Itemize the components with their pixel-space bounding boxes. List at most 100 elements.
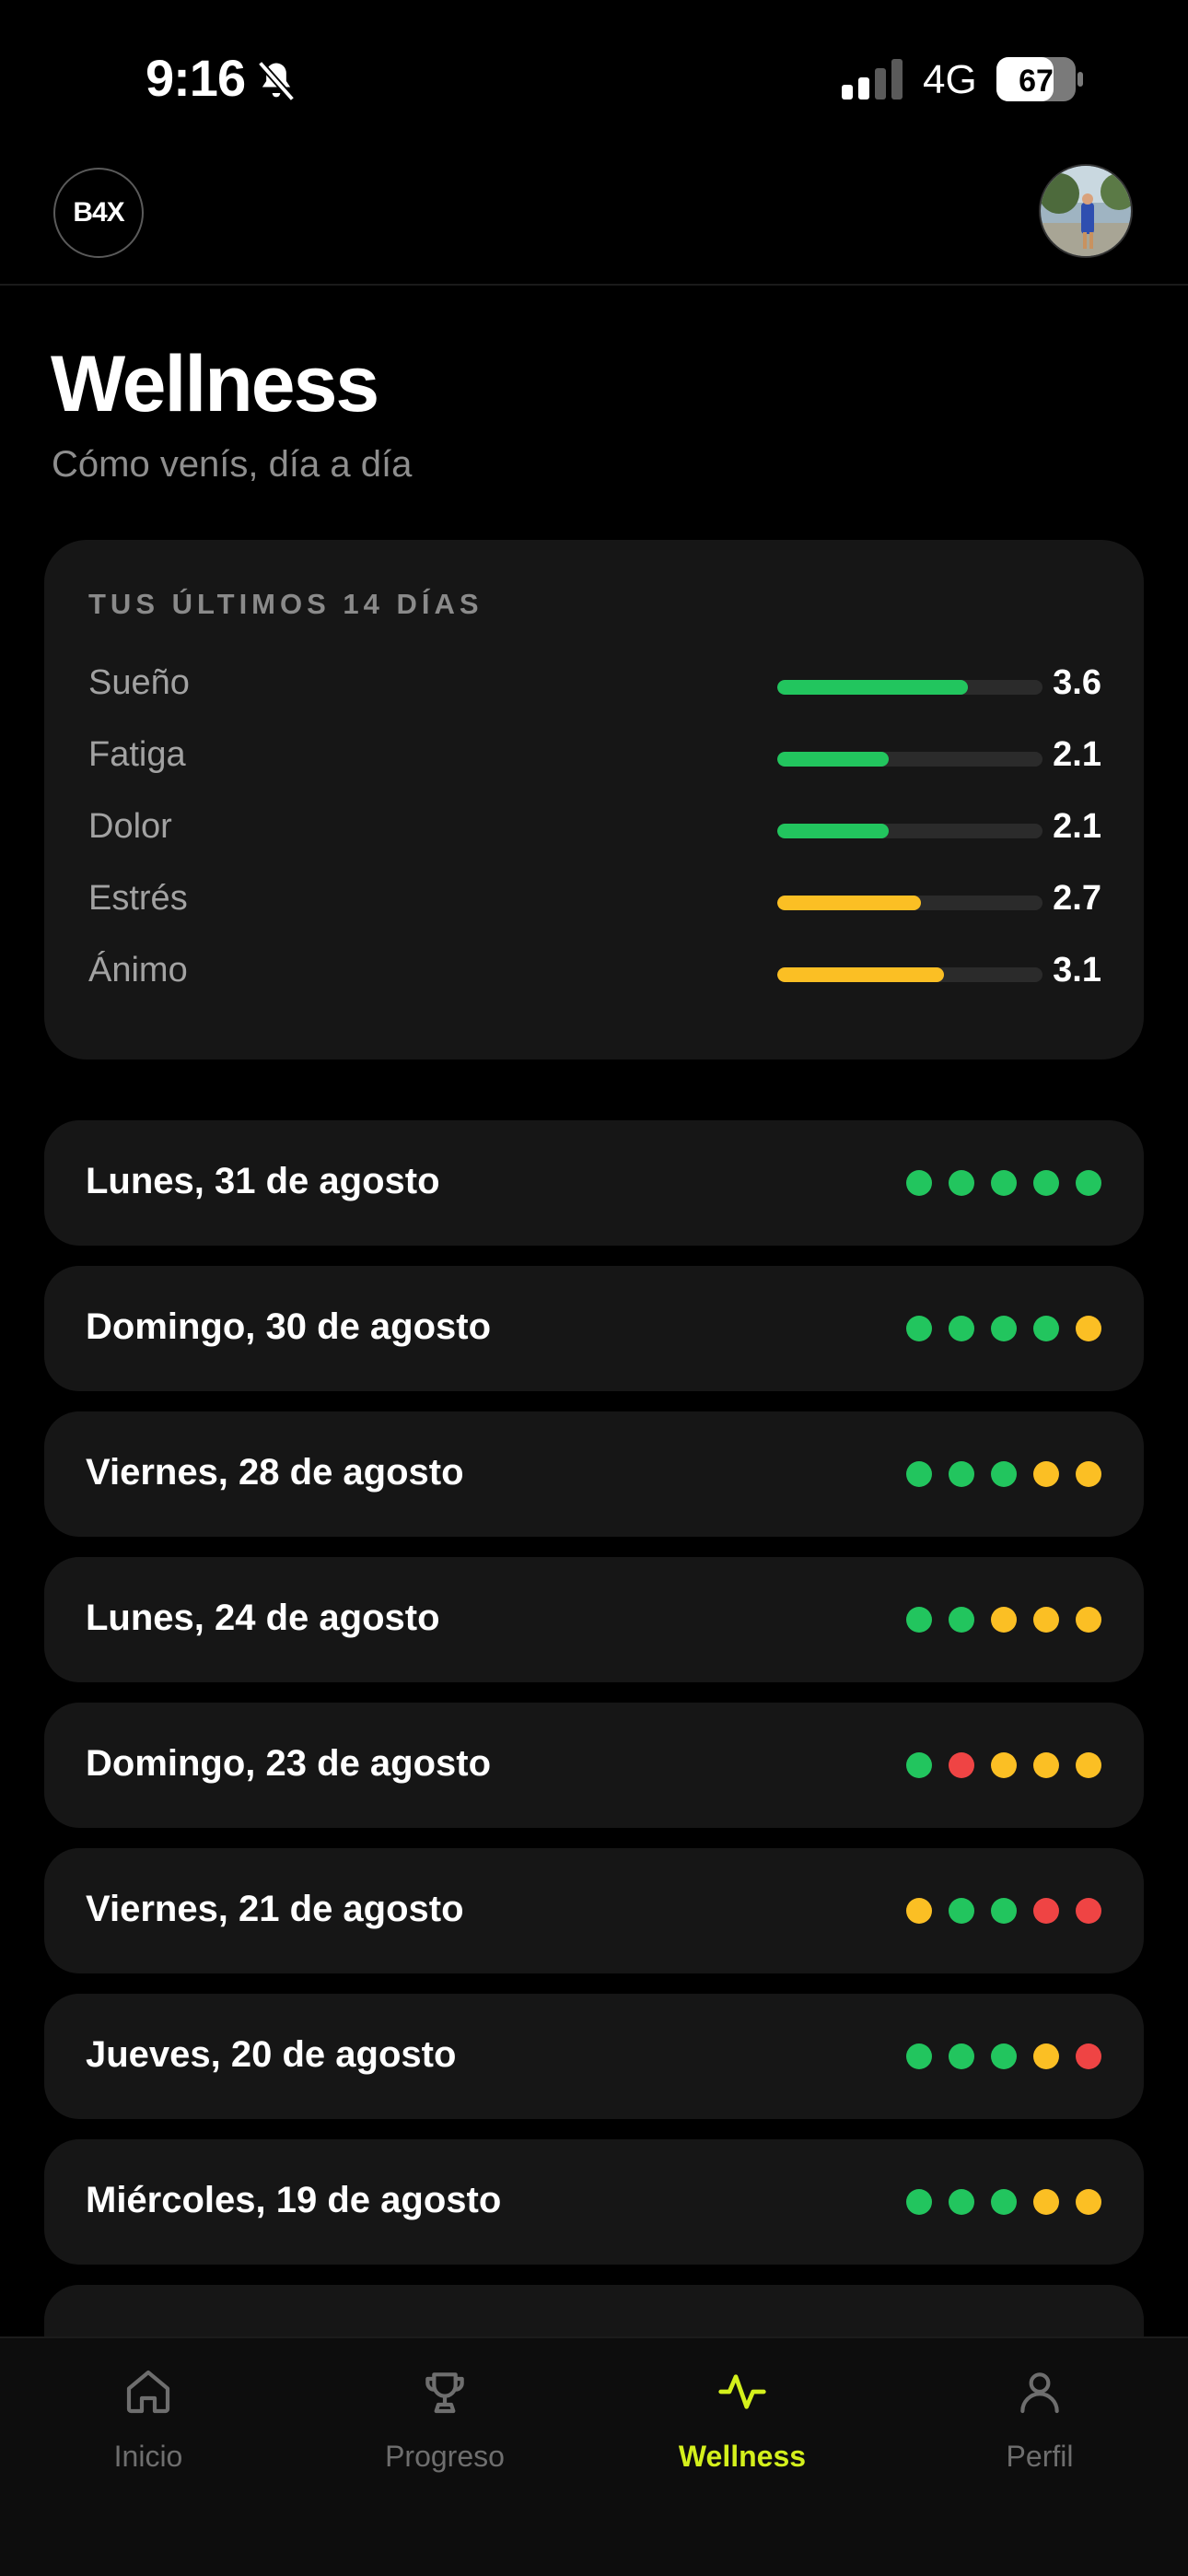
day-card[interactable]: Domingo, 23 de agosto: [44, 1703, 1144, 1828]
day-label: Lunes, 24 de agosto: [86, 1598, 440, 1638]
metric-label: Dolor: [88, 807, 172, 846]
day-card[interactable]: Miércoles, 19 de agosto: [44, 2139, 1144, 2265]
tab-label: Perfil: [1006, 2440, 1074, 2473]
avatar[interactable]: [1039, 164, 1133, 258]
metric-bar-track: [777, 824, 1042, 838]
status-dot-red: [1076, 1898, 1101, 1924]
day-card[interactable]: Viernes, 28 de agosto: [44, 1411, 1144, 1537]
day-label: Lunes, 31 de agosto: [86, 1161, 440, 1201]
status-dot-yellow: [1033, 1752, 1059, 1778]
status-dot-green: [906, 2043, 932, 2069]
summary-heading: TUS ÚLTIMOS 14 DÍAS: [88, 588, 483, 620]
metric-row-animo: Ánimo 3.1: [88, 943, 1101, 999]
status-dot-green: [906, 1316, 932, 1341]
status-dot-green: [991, 2043, 1017, 2069]
day-card[interactable]: Lunes, 24 de agosto: [44, 1557, 1144, 1682]
metric-label: Ánimo: [88, 951, 188, 989]
tab-label: Progreso: [385, 2440, 505, 2473]
status-time: 9:16: [146, 49, 246, 107]
tab-perfil[interactable]: Perfil: [891, 2338, 1188, 2523]
user-icon: [1020, 2372, 1059, 2414]
status-dot-yellow: [1033, 2189, 1059, 2215]
page-title: Wellness: [51, 340, 379, 428]
tab-inicio[interactable]: Inicio: [0, 2338, 297, 2523]
status-dot-red: [1076, 2043, 1101, 2069]
status-dot-green: [906, 1607, 932, 1633]
status-dot-green: [949, 1898, 974, 1924]
battery-icon: 67: [996, 57, 1083, 101]
day-card[interactable]: Jueves, 20 de agosto: [44, 1994, 1144, 2119]
metric-value: 3.6: [1053, 663, 1101, 702]
metric-label: Sueño: [88, 663, 190, 702]
metric-value: 3.1: [1053, 951, 1101, 989]
status-dot-green: [991, 1316, 1017, 1341]
status-dot-green: [1033, 1170, 1059, 1196]
metric-label: Fatiga: [88, 735, 186, 774]
day-label: Domingo, 30 de agosto: [86, 1306, 492, 1347]
battery-level: 67: [1019, 64, 1054, 99]
metric-bar-fill: [777, 680, 969, 695]
status-dot-green: [906, 1170, 932, 1196]
metric-bar-track: [777, 896, 1042, 910]
tab-label: Wellness: [678, 2440, 807, 2473]
day-label: Domingo, 23 de agosto: [86, 1743, 492, 1784]
status-dot-green: [991, 1461, 1017, 1487]
status-dot-green: [949, 1316, 974, 1341]
status-dot-green: [906, 1752, 932, 1778]
status-dot-green: [991, 1898, 1017, 1924]
status-dot-red: [1033, 1898, 1059, 1924]
status-dot-yellow: [991, 1607, 1017, 1633]
status-dot-yellow: [1076, 2189, 1101, 2215]
app-header: B4X: [0, 157, 1188, 286]
status-dot-green: [1076, 1170, 1101, 1196]
day-label: Viernes, 21 de agosto: [86, 1889, 464, 1929]
metric-row-sueno: Sueño 3.6: [88, 656, 1101, 711]
metric-bar-track: [777, 680, 1042, 695]
day-status-dots: [906, 1607, 1101, 1633]
day-status-dots: [906, 2043, 1101, 2069]
status-dot-yellow: [1076, 1316, 1101, 1341]
status-dot-red: [949, 1752, 974, 1778]
day-status-dots: [906, 1316, 1101, 1341]
status-dot-green: [949, 1461, 974, 1487]
day-label: Viernes, 28 de agosto: [86, 1452, 464, 1493]
status-dot-yellow: [1033, 1607, 1059, 1633]
status-dot-yellow: [1033, 2043, 1059, 2069]
status-dot-green: [906, 2189, 932, 2215]
metric-bar-track: [777, 752, 1042, 767]
day-label: Miércoles, 19 de agosto: [86, 2180, 502, 2220]
status-dot-yellow: [1033, 1461, 1059, 1487]
tab-bar: Inicio Progreso Wellness Perfil: [0, 2336, 1188, 2576]
activity-icon: [718, 2374, 766, 2409]
status-dot-green: [949, 2189, 974, 2215]
day-card[interactable]: Lunes, 31 de agosto: [44, 1120, 1144, 1246]
status-dot-yellow: [1076, 1752, 1101, 1778]
metric-row-fatiga: Fatiga 2.1: [88, 728, 1101, 783]
tab-wellness[interactable]: Wellness: [594, 2338, 891, 2523]
network-type: 4G: [923, 57, 977, 102]
status-dot-yellow: [991, 1752, 1017, 1778]
app-logo[interactable]: B4X: [53, 168, 144, 258]
status-dot-green: [949, 1607, 974, 1633]
day-card[interactable]: Viernes, 21 de agosto: [44, 1848, 1144, 1973]
status-dot-green: [906, 1461, 932, 1487]
status-dot-green: [949, 1170, 974, 1196]
avatar-photo: [1041, 166, 1131, 256]
day-status-dots: [906, 1898, 1101, 1924]
status-dot-green: [991, 1170, 1017, 1196]
status-dot-green: [949, 2043, 974, 2069]
tab-progreso[interactable]: Progreso: [297, 2338, 593, 2523]
day-status-dots: [906, 1752, 1101, 1778]
status-dot-yellow: [906, 1898, 932, 1924]
metric-row-dolor: Dolor 2.1: [88, 800, 1101, 855]
day-card[interactable]: Domingo, 30 de agosto: [44, 1266, 1144, 1391]
metric-bar-fill: [777, 896, 921, 910]
day-label: Jueves, 20 de agosto: [86, 2034, 457, 2075]
status-dot-yellow: [1076, 1461, 1101, 1487]
bell-muted-icon: [257, 60, 296, 102]
page-subtitle: Cómo venís, día a día: [52, 444, 413, 485]
metric-value: 2.1: [1053, 735, 1101, 774]
tab-label: Inicio: [113, 2440, 183, 2473]
home-icon: [126, 2370, 170, 2414]
day-status-dots: [906, 1170, 1101, 1196]
